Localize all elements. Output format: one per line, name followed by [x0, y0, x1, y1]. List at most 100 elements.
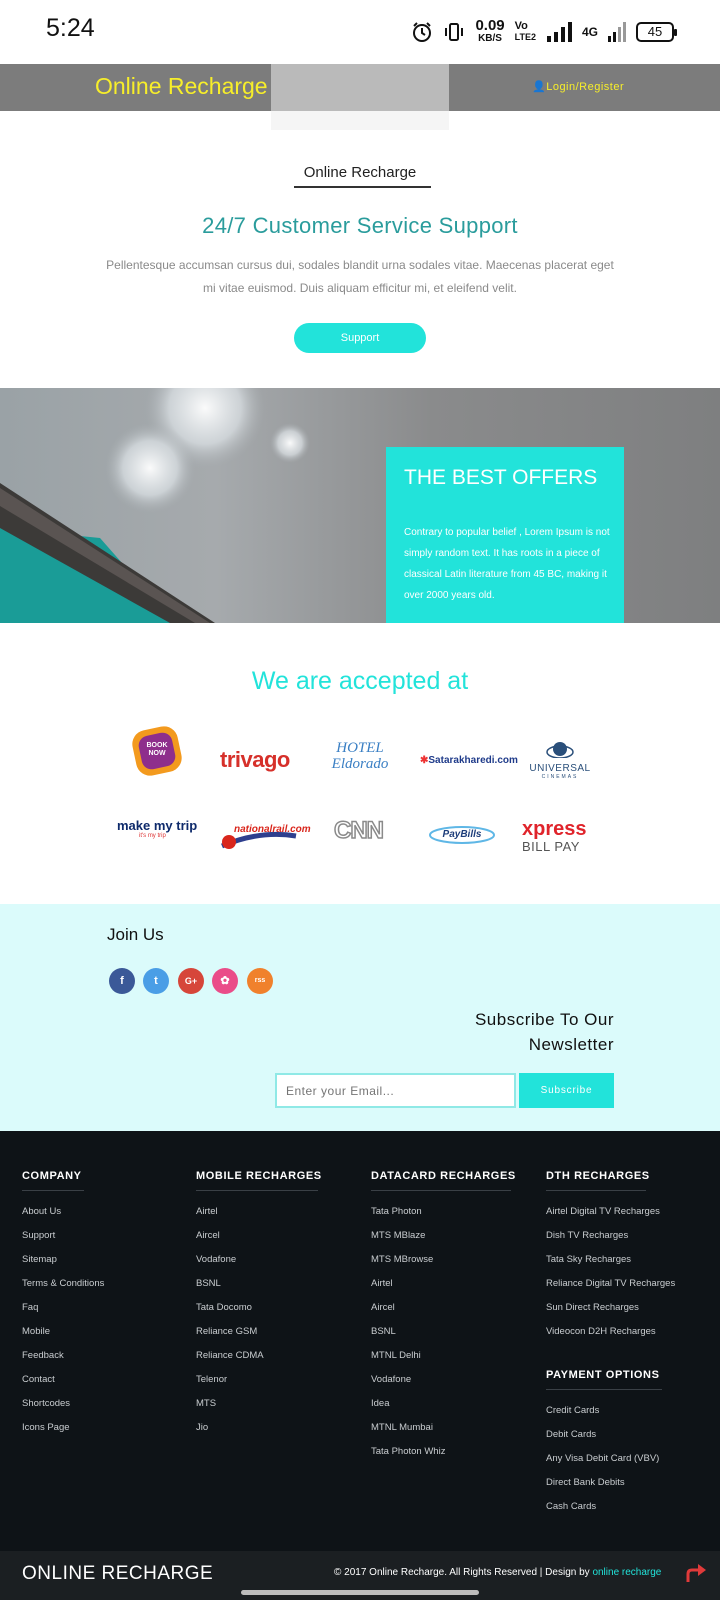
login-register-link[interactable]: 👤Login/Register: [532, 80, 624, 93]
footer-datacard-title: DATACARD RECHARGES: [371, 1170, 516, 1182]
email-input[interactable]: [275, 1073, 516, 1108]
footer-link[interactable]: MTS: [196, 1392, 366, 1416]
footer-link[interactable]: Jio: [196, 1416, 366, 1440]
support-button[interactable]: Support: [294, 323, 426, 353]
logo-nationalrail[interactable]: nationalrail.com: [220, 824, 311, 849]
footer-link[interactable]: Airtel Digital TV Recharges: [546, 1200, 716, 1224]
copyright-text: © 2017 Online Recharge. All Rights Reser…: [334, 1567, 662, 1578]
footer-link[interactable]: Telenor: [196, 1368, 366, 1392]
newsletter-title: Subscribe To Our Newsletter: [474, 1010, 614, 1054]
footer-link[interactable]: Vodafone: [371, 1368, 541, 1392]
footer-link[interactable]: Contact: [22, 1368, 192, 1392]
footer-payment-column: PAYMENT OPTIONS Credit Cards Debit Cards…: [546, 1369, 716, 1519]
footer-link[interactable]: About Us: [22, 1200, 192, 1224]
footer-link[interactable]: Reliance GSM: [196, 1320, 366, 1344]
logo-satarakharedi[interactable]: ✱Satarakharedi.com: [420, 755, 518, 766]
footer-link[interactable]: Aircel: [196, 1224, 366, 1248]
footer-link[interactable]: MTS MBrowse: [371, 1248, 541, 1272]
footer-link[interactable]: BSNL: [371, 1320, 541, 1344]
footer-link[interactable]: Idea: [371, 1392, 541, 1416]
footer-dth-title: DTH RECHARGES: [546, 1170, 650, 1182]
scroll-to-top-icon[interactable]: [686, 1562, 706, 1584]
twitter-icon[interactable]: t: [143, 968, 169, 994]
footer-mobile-column: MOBILE RECHARGES Airtel Aircel Vodafone …: [196, 1170, 366, 1440]
footer-link[interactable]: Support: [22, 1224, 192, 1248]
logo-trivago[interactable]: trivago: [220, 747, 290, 773]
accepted-title: We are accepted at: [251, 667, 469, 695]
universal-globe-icon: [546, 742, 574, 759]
footer-link[interactable]: Credit Cards: [546, 1399, 716, 1423]
footer-company-column: COMPANY About Us Support Sitemap Terms &…: [22, 1170, 192, 1440]
offer-text: Contrary to popular belief , Lorem Ipsum…: [404, 527, 610, 601]
google-plus-icon[interactable]: G+: [178, 968, 204, 994]
footer-link[interactable]: Tata Sky Recharges: [546, 1248, 716, 1272]
rss-icon[interactable]: rss: [247, 968, 273, 994]
network-speed: 0.09 KB/S: [475, 17, 505, 44]
footer-link[interactable]: Vodafone: [196, 1248, 366, 1272]
signal-icon: [546, 22, 572, 42]
page: 5:24 0.09 KB/S Vo LTE2 4G 45 Online Rechar…: [0, 0, 720, 1600]
logo-hotel-eldorado[interactable]: HOTEL Eldorado: [322, 740, 398, 772]
footer-link[interactable]: Tata Docomo: [196, 1296, 366, 1320]
battery-icon: 45: [636, 22, 677, 42]
offer-title: THE BEST OFFERS: [404, 466, 598, 489]
logo-xpress-bill-pay[interactable]: xpress BILL PAY: [522, 819, 602, 855]
footer-link[interactable]: Dish TV Recharges: [546, 1224, 716, 1248]
footer-link[interactable]: BSNL: [196, 1272, 366, 1296]
footer-link[interactable]: Terms & Conditions: [22, 1272, 192, 1296]
logo-cnn[interactable]: CNN: [333, 816, 385, 845]
header-dropdown-shadow: [271, 64, 449, 130]
footer-link[interactable]: Airtel: [196, 1200, 366, 1224]
footer-link[interactable]: Direct Bank Debits: [546, 1471, 716, 1495]
logo-book-now[interactable]: BOOK NOW: [129, 723, 185, 779]
home-indicator[interactable]: [241, 1590, 479, 1595]
footer-link[interactable]: Cash Cards: [546, 1495, 716, 1519]
facebook-icon[interactable]: f: [109, 968, 135, 994]
footer-divider: [546, 1389, 662, 1390]
footer-link[interactable]: MTNL Delhi: [371, 1344, 541, 1368]
footer-link[interactable]: Sun Direct Recharges: [546, 1296, 716, 1320]
footer-link[interactable]: Feedback: [22, 1344, 192, 1368]
footer-link[interactable]: Sitemap: [22, 1248, 192, 1272]
footer-divider: [196, 1190, 318, 1191]
support-text: Pellentesque accumsan cursus dui, sodale…: [106, 258, 614, 295]
footer-link[interactable]: Mobile: [22, 1320, 192, 1344]
designer-link[interactable]: online recharge: [592, 1567, 661, 1578]
footer-link[interactable]: Airtel: [371, 1272, 541, 1296]
brand-title[interactable]: Online Recharge: [95, 73, 268, 100]
status-bar: 5:24 0.09 KB/S Vo LTE2 4G 45: [0, 0, 720, 64]
footer-link[interactable]: MTNL Mumbai: [371, 1416, 541, 1440]
bottom-brand: ONLINE RECHARGE: [22, 1563, 214, 1584]
footer-divider: [22, 1190, 84, 1191]
signal-2-icon: [608, 22, 626, 42]
section-underline: [294, 186, 431, 188]
dribbble-icon[interactable]: ✿: [212, 968, 238, 994]
footer-link[interactable]: Icons Page: [22, 1416, 192, 1440]
subscribe-button[interactable]: Subscribe: [519, 1073, 614, 1108]
vibrate-icon: [445, 23, 464, 41]
footer-mobile-title: MOBILE RECHARGES: [196, 1170, 322, 1182]
footer-link[interactable]: Faq: [22, 1296, 192, 1320]
logo-universal[interactable]: UNIVERSAL CINEMAS: [529, 740, 591, 781]
footer-link[interactable]: Aircel: [371, 1296, 541, 1320]
footer-link[interactable]: Reliance CDMA: [196, 1344, 366, 1368]
footer-link[interactable]: Tata Photon Whiz: [371, 1440, 541, 1464]
user-icon: 👤: [532, 81, 547, 93]
logo-makemytrip[interactable]: make my trip it's my trip: [117, 818, 201, 839]
join-title: Join Us: [107, 925, 164, 944]
footer-link[interactable]: Tata Photon: [371, 1200, 541, 1224]
logo-paybills[interactable]: PayBills: [428, 824, 496, 846]
support-headline: 24/7 Customer Service Support: [202, 213, 518, 238]
footer-link[interactable]: MTS MBlaze: [371, 1224, 541, 1248]
footer-link[interactable]: Videocon D2H Recharges: [546, 1320, 716, 1344]
footer-divider: [371, 1190, 511, 1191]
network-type: 4G: [581, 24, 598, 39]
volte-indicator: Vo LTE2: [514, 20, 536, 43]
footer-payment-title: PAYMENT OPTIONS: [546, 1369, 660, 1381]
footer-link[interactable]: Reliance Digital TV Recharges: [546, 1272, 716, 1296]
status-icons: 0.09 KB/S Vo LTE2 4G 45: [411, 14, 677, 50]
footer-link[interactable]: Any Visa Debit Card (VBV): [546, 1447, 716, 1471]
footer-link[interactable]: Shortcodes: [22, 1392, 192, 1416]
footer-company-title: COMPANY: [22, 1170, 82, 1182]
footer-link[interactable]: Debit Cards: [546, 1423, 716, 1447]
